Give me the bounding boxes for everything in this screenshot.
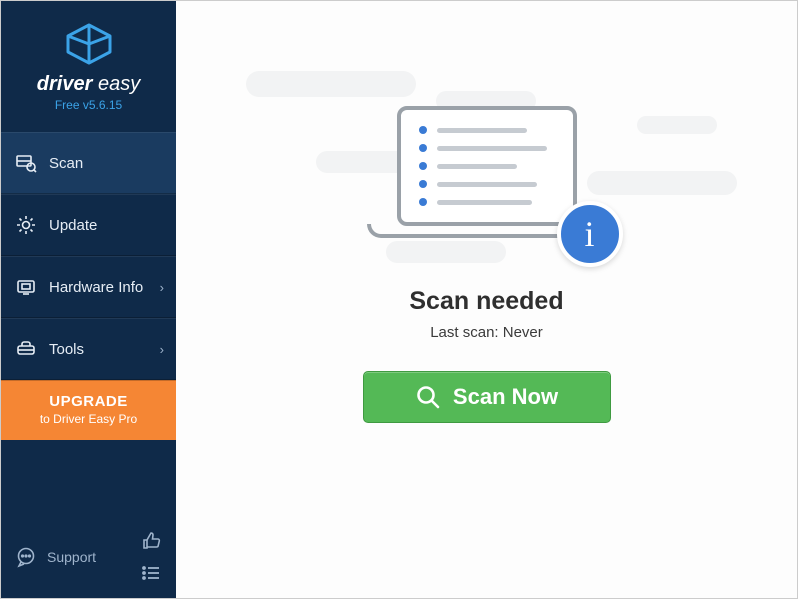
sidebar-spacer bbox=[1, 440, 176, 520]
upgrade-button[interactable]: UPGRADE to Driver Easy Pro bbox=[1, 380, 176, 440]
scan-button-label: Scan Now bbox=[453, 384, 558, 410]
nav: Scan Update bbox=[1, 132, 176, 380]
sidebar-item-label: Tools bbox=[49, 341, 84, 358]
scan-now-button[interactable]: Scan Now bbox=[363, 371, 611, 423]
app-version: Free v5.6.15 bbox=[11, 98, 166, 112]
gear-icon bbox=[15, 214, 37, 236]
tools-icon bbox=[15, 338, 37, 360]
sidebar-item-label: Hardware Info bbox=[49, 279, 143, 296]
feedback-button[interactable] bbox=[140, 530, 162, 552]
sidebar-item-label: Update bbox=[49, 217, 97, 234]
side-actions bbox=[140, 530, 162, 584]
sidebar-bottom: Support bbox=[1, 520, 176, 598]
sidebar-item-tools[interactable]: Tools › bbox=[1, 318, 176, 380]
thumbs-up-icon bbox=[141, 531, 161, 551]
app-logo-icon bbox=[59, 21, 119, 67]
sidebar-item-update[interactable]: Update bbox=[1, 194, 176, 256]
chat-icon bbox=[15, 546, 37, 568]
main-panel: i Scan needed Last scan: Never Scan Now bbox=[176, 1, 797, 598]
list-icon bbox=[141, 563, 161, 583]
support-button[interactable]: Support bbox=[15, 546, 96, 568]
last-scan-text: Last scan: Never bbox=[430, 324, 543, 341]
sidebar: driver easy Free v5.6.15 Scan bbox=[1, 1, 176, 598]
support-label: Support bbox=[47, 549, 96, 565]
upgrade-sub: to Driver Easy Pro bbox=[7, 412, 170, 426]
chevron-right-icon: › bbox=[160, 342, 164, 357]
sidebar-item-scan[interactable]: Scan bbox=[1, 132, 176, 194]
status-heading: Scan needed bbox=[409, 287, 563, 316]
upgrade-title: UPGRADE bbox=[7, 393, 170, 410]
info-badge-icon: i bbox=[557, 201, 623, 267]
menu-button[interactable] bbox=[140, 562, 162, 584]
brand-block: driver easy Free v5.6.15 bbox=[1, 1, 176, 122]
sidebar-item-label: Scan bbox=[49, 155, 83, 172]
app-window: driver easy Free v5.6.15 Scan bbox=[0, 0, 798, 599]
search-icon bbox=[415, 384, 441, 410]
scan-icon bbox=[15, 152, 37, 174]
hardware-icon bbox=[15, 276, 37, 298]
chevron-right-icon: › bbox=[160, 280, 164, 295]
app-name: driver easy bbox=[11, 73, 166, 96]
scan-illustration: i bbox=[357, 106, 617, 261]
sidebar-item-hardware[interactable]: Hardware Info › bbox=[1, 256, 176, 318]
